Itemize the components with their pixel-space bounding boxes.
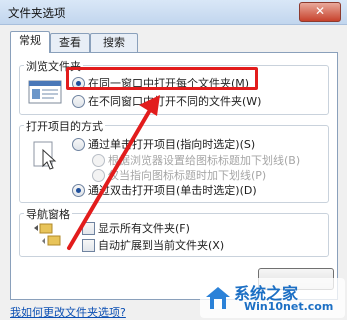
watermark-logo: 系统之家 Win10net.com <box>200 278 345 318</box>
single-click-radio[interactable] <box>72 138 85 151</box>
house-logo-icon <box>206 287 230 309</box>
underline-consistent-radio[interactable] <box>92 154 105 167</box>
title-bar: 文件夹选项 ✕ <box>0 0 347 25</box>
folder-tree-icon <box>34 223 61 246</box>
double-click-label: 通过双击打开项目(单击时选定)(D) <box>88 184 257 197</box>
underline-hover-label: 仅当指向图标标题时加下划线(P) <box>108 169 267 182</box>
underline-consistent-label: 根据浏览器设置给图标标题加下划线(B) <box>108 154 301 167</box>
double-click-radio[interactable] <box>72 184 85 197</box>
nav-pane-group: 导航窗格 显示所有文件夹(F) 自动扩展到当前文件夹(X) <box>19 206 329 257</box>
tab-view-label: 查看 <box>59 36 81 49</box>
tab-view[interactable]: 查看 <box>50 33 90 52</box>
new-window-label: 在不同窗口中打开不同的文件夹(W) <box>88 95 262 108</box>
auto-expand-checkbox[interactable] <box>82 239 95 252</box>
underline-hover-radio[interactable] <box>92 169 105 182</box>
window-title: 文件夹选项 <box>8 6 66 20</box>
new-window-radio[interactable] <box>72 95 85 108</box>
open-items-legend: 打开项目的方式 <box>24 118 105 134</box>
close-icon: ✕ <box>314 4 326 18</box>
tab-search[interactable]: 搜索 <box>90 33 138 52</box>
pointer-icon <box>33 141 57 170</box>
close-button[interactable]: ✕ <box>299 2 341 22</box>
tab-general-label: 常规 <box>19 34 41 47</box>
browse-folders-illustration <box>28 80 62 104</box>
tab-search-label: 搜索 <box>103 36 125 49</box>
open-items-group: 打开项目的方式 通过单击打开项目(指向时选定)(S) 根据浏览器设置给图标标题加… <box>19 118 329 203</box>
help-link[interactable]: 我如何更改文件夹选项? <box>10 304 126 320</box>
watermark-url: Win10net.com <box>244 300 334 313</box>
tab-general[interactable]: 常规 <box>10 31 50 53</box>
auto-expand-label: 自动扩展到当前文件夹(X) <box>98 239 225 252</box>
show-all-folders-label: 显示所有文件夹(F) <box>98 222 190 235</box>
highlight-box <box>66 67 258 90</box>
single-click-label: 通过单击打开项目(指向时选定)(S) <box>88 138 256 151</box>
show-all-folders-checkbox[interactable] <box>82 222 95 235</box>
nav-pane-legend: 导航窗格 <box>24 206 72 222</box>
